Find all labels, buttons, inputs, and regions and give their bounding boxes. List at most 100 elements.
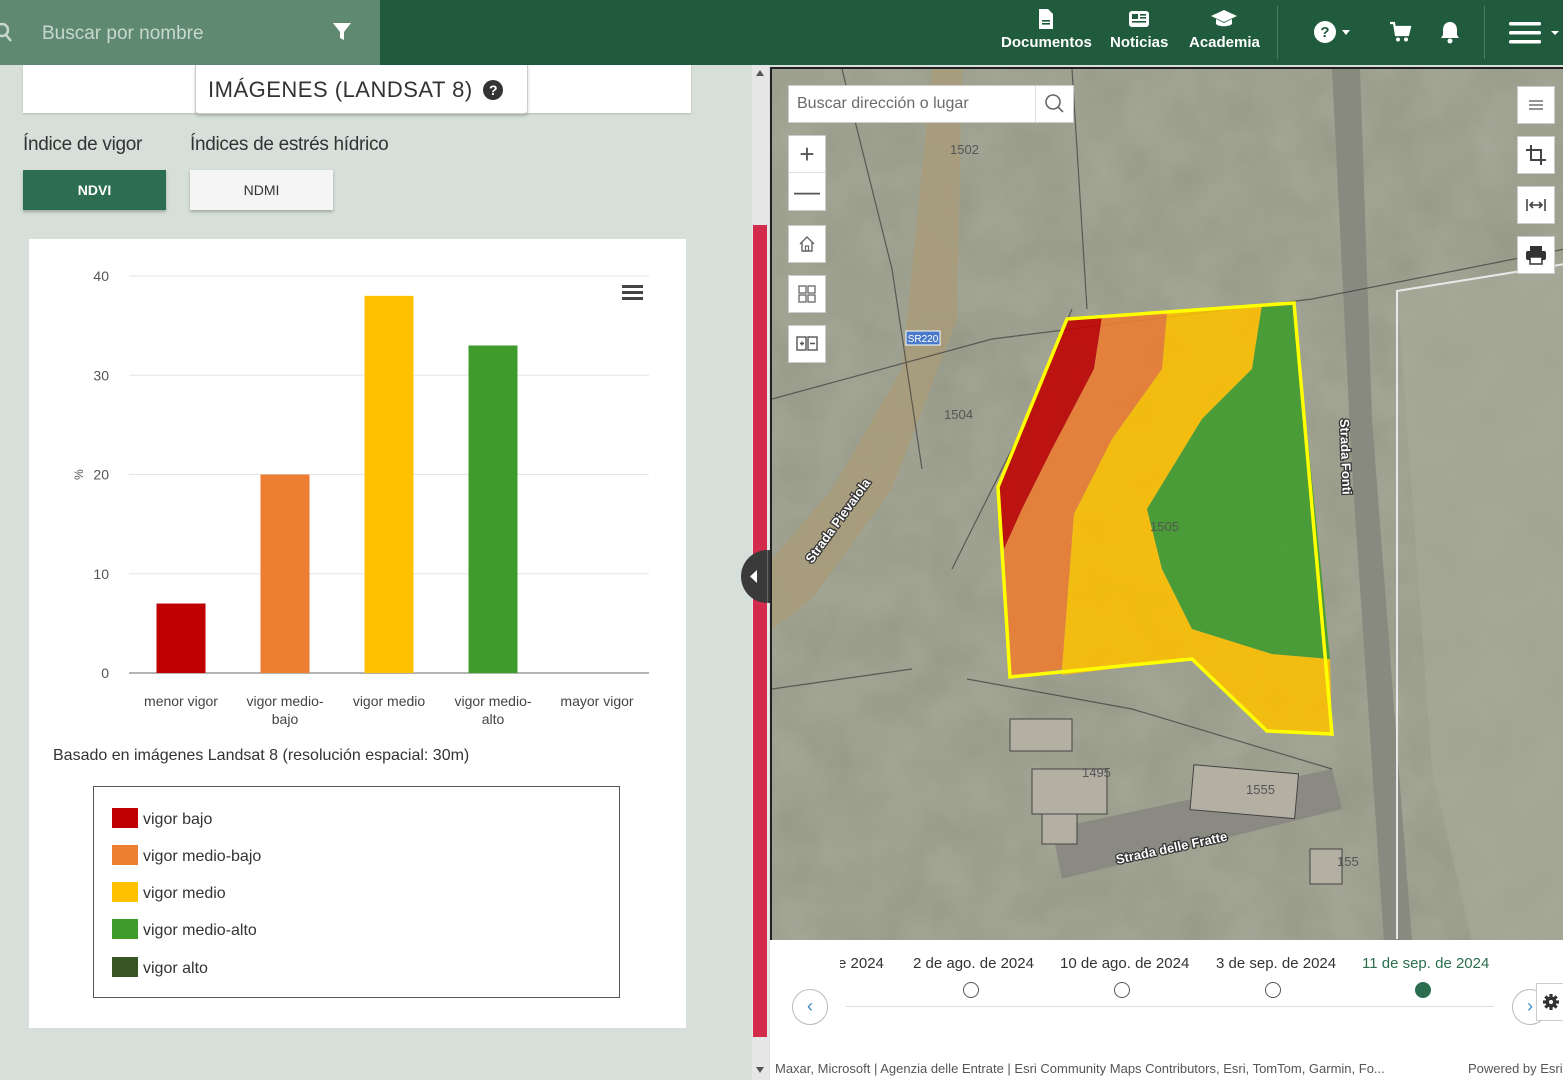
nav-noticias[interactable]: Noticias — [1110, 8, 1168, 51]
x-tick-label: vigor medio — [353, 693, 426, 709]
map-view[interactable]: SR220 Strada Pievaiola Strada Fonti Stra… — [770, 67, 1563, 940]
legend-item: vigor medio-alto — [112, 919, 257, 941]
x-tick-label: menor vigor — [144, 693, 218, 709]
cart-icon[interactable] — [1389, 20, 1413, 44]
parcel-label: 1504 — [944, 407, 973, 422]
bar — [156, 603, 206, 673]
measure-button[interactable] — [1517, 186, 1555, 224]
imagery-tab[interactable]: IMÁGENES (LANDSAT 8) ? — [195, 65, 528, 114]
bar — [468, 345, 518, 673]
x-tick-label: vigor medio- — [454, 693, 531, 709]
satellite-imagery[interactable]: SR220 Strada Pievaiola Strada Fonti Stra… — [772, 69, 1563, 940]
nav-documentos[interactable]: Documentos — [1001, 8, 1092, 51]
y-tick-label: 40 — [93, 268, 109, 284]
timeline-date[interactable]: e 2024 — [840, 955, 884, 972]
nav-divider-2 — [1484, 6, 1485, 59]
help-icon[interactable]: ? — [483, 80, 504, 100]
basemap-gallery-button[interactable] — [788, 275, 826, 313]
address-search-button[interactable] — [1035, 86, 1073, 122]
parcel-label: 1555 — [1246, 782, 1275, 797]
timeline-dot[interactable] — [963, 982, 979, 998]
compare-icon — [796, 336, 818, 351]
zoom-out-icon[interactable]: — — [789, 173, 825, 210]
legend-swatch — [112, 808, 138, 828]
timeline-date-active[interactable]: 11 de sep. de 2024 — [1362, 955, 1489, 972]
chevron-left-icon: ‹ — [807, 996, 813, 1016]
legend-swatch — [112, 957, 138, 977]
chart-menu-icon[interactable] — [622, 284, 644, 302]
scroll-thumb[interactable] — [753, 225, 767, 1037]
scroll-down-icon[interactable] — [756, 1067, 764, 1073]
basis-note: Basado en imágenes Landsat 8 (resolución… — [53, 747, 470, 764]
timeline-dot[interactable] — [1265, 982, 1281, 998]
bell-icon[interactable] — [1439, 20, 1461, 44]
hamburger-menu-icon[interactable] — [1509, 20, 1563, 46]
chevron-right-icon: › — [1527, 996, 1533, 1016]
timeline-date[interactable]: 2 de ago. de 2024 — [913, 955, 1034, 972]
compare-button[interactable] — [788, 325, 826, 363]
name-search-input[interactable]: Buscar por nombre — [42, 23, 204, 45]
help-icon[interactable]: ? — [1313, 20, 1355, 44]
document-icon — [1039, 9, 1054, 29]
legend-item: vigor bajo — [112, 808, 212, 830]
y-tick-label: 10 — [93, 566, 109, 582]
address-search-input[interactable] — [789, 86, 1035, 122]
parcel-label: 155 — [1337, 854, 1359, 869]
search-icon — [0, 22, 12, 42]
y-axis-label: % — [72, 469, 86, 480]
timeline-prev-button[interactable]: ‹ — [792, 989, 828, 1025]
legend-swatch — [112, 919, 138, 939]
crop-button[interactable] — [1517, 136, 1555, 174]
parcel-label: 1505 — [1150, 519, 1179, 534]
legend-swatch — [112, 882, 138, 902]
home-button[interactable] — [788, 225, 826, 263]
water-stress-label: Índices de estrés hídrico — [190, 134, 389, 155]
gear-icon — [1543, 994, 1559, 1010]
bar — [364, 295, 414, 673]
y-tick-label: 0 — [101, 665, 109, 681]
nav-divider — [1277, 6, 1278, 59]
newspaper-icon — [1129, 11, 1150, 27]
timeline-dot[interactable] — [1114, 982, 1130, 998]
timeline-date[interactable]: 10 de ago. de 2024 — [1060, 955, 1189, 972]
legend: vigor bajo vigor medio-bajo vigor medio … — [93, 786, 620, 998]
x-tick-label: alto — [482, 711, 505, 727]
zoom-in-icon[interactable]: + — [789, 136, 825, 173]
address-search[interactable] — [788, 85, 1074, 123]
vigor-bar-chart: 0 10 20 30 40% menor vigor vigor medio-bajo vig… — [72, 268, 649, 727]
parcel-label: 1502 — [950, 142, 979, 157]
legend-item: vigor medio — [112, 882, 226, 904]
name-search[interactable]: Buscar por nombre — [0, 0, 380, 65]
y-tick-label: 20 — [93, 467, 109, 483]
ndvi-button[interactable]: NDVI — [23, 170, 166, 210]
imagery-tab-title: IMÁGENES (LANDSAT 8) — [208, 77, 473, 102]
top-navbar: Buscar por nombre Documentos Noticias Ac… — [0, 0, 1563, 65]
svg-text:?: ? — [1320, 24, 1329, 41]
ndmi-button[interactable]: NDMI — [190, 170, 333, 210]
nav-academia[interactable]: Academia — [1189, 8, 1260, 51]
powered-by[interactable]: Powered by Esri — [1462, 1061, 1563, 1076]
legend-swatch — [112, 845, 138, 865]
date-timeline: e 2024 2 de ago. de 2024 10 de ago. de 2… — [770, 940, 1563, 1080]
timeline-date[interactable]: 3 de sep. de 2024 — [1216, 955, 1336, 972]
legend-item: vigor alto — [112, 957, 208, 979]
legend-item: vigor medio-bajo — [112, 845, 261, 867]
y-tick-label: 30 — [93, 367, 109, 383]
timeline-settings-button[interactable] — [1536, 983, 1563, 1021]
x-tick-label: mayor vigor — [560, 693, 633, 709]
print-icon — [1526, 246, 1546, 265]
list-icon — [1529, 100, 1543, 110]
chart-card: 0 10 20 30 40% menor vigor vigor medio-bajo vig… — [29, 239, 686, 1028]
print-button[interactable] — [1517, 236, 1555, 274]
search-icon — [1045, 94, 1064, 113]
map-attribution: Maxar, Microsoft | Agenzia delle Entrate… — [770, 1061, 1563, 1080]
scroll-up-icon[interactable] — [756, 70, 764, 76]
layer-list-button[interactable] — [1517, 86, 1555, 124]
x-tick-label: bajo — [272, 711, 299, 727]
timeline-dot-active[interactable] — [1415, 982, 1431, 998]
x-tick-label: vigor medio- — [246, 693, 323, 709]
vigor-index-label: Índice de vigor — [23, 134, 143, 155]
left-panel: IMÁGENES (LANDSAT 8) ? Índice de vigor Í… — [0, 65, 752, 1080]
filter-icon[interactable] — [332, 22, 352, 42]
measure-icon — [1526, 199, 1546, 211]
